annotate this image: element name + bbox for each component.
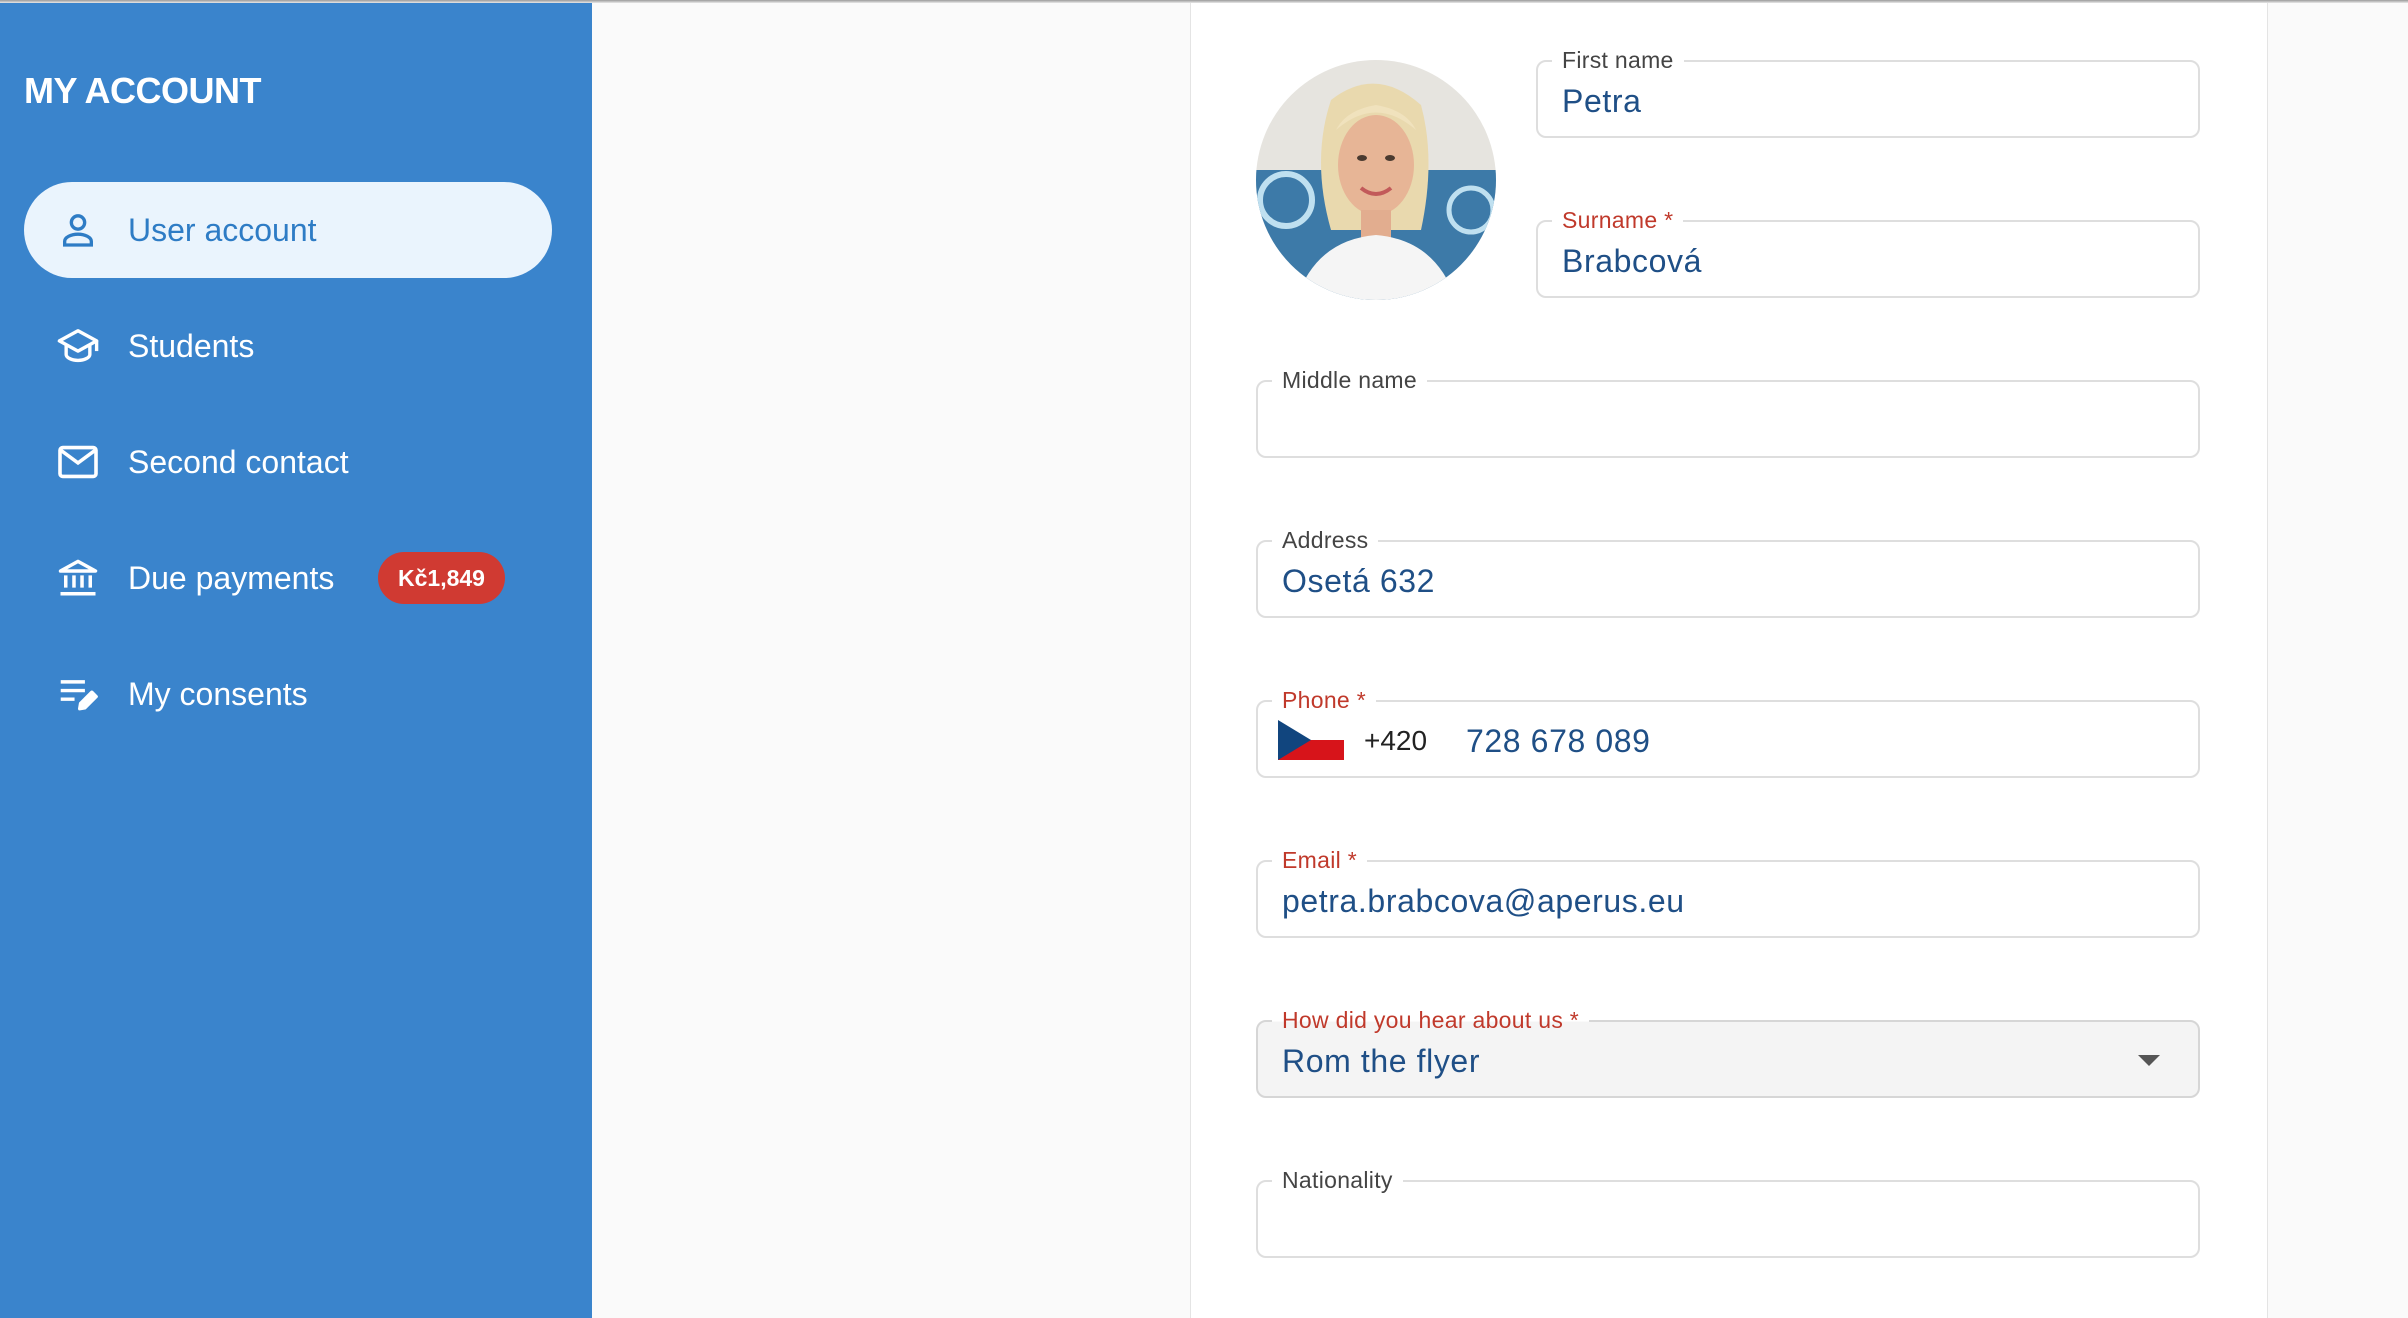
email-field[interactable]: Email * petra.brabcova@aperus.eu	[1256, 846, 2200, 938]
sidebar-item-user-account[interactable]: User account	[24, 182, 552, 278]
chevron-down-icon[interactable]	[2138, 1055, 2160, 1066]
person-icon	[56, 210, 100, 250]
phone-value: 728 678 089	[1466, 723, 1651, 759]
first-name-field[interactable]: First name Petra	[1536, 46, 2200, 138]
dial-code[interactable]: +420	[1364, 702, 1427, 780]
phone-field[interactable]: Phone * +420 728 678 089	[1256, 686, 2200, 780]
sidebar-item-second-contact[interactable]: Second contact	[24, 414, 552, 510]
sidebar-item-my-consents[interactable]: My consents	[24, 646, 552, 742]
top-shadow	[0, 0, 2408, 3]
edit-note-icon	[56, 674, 100, 714]
surname-field[interactable]: Surname * Brabcová	[1536, 206, 2200, 298]
sidebar-item-due-payments[interactable]: Due payments Kč1,849	[24, 530, 552, 626]
nationality-field[interactable]: Nationality	[1256, 1166, 2200, 1258]
sidebar-item-label: Due payments	[128, 560, 335, 596]
due-payments-badge: Kč1,849	[378, 552, 505, 604]
avatar[interactable]	[1256, 60, 1496, 300]
first-name-value: Petra	[1562, 83, 1642, 119]
address-field[interactable]: Address Osetá 632	[1256, 526, 2200, 618]
surname-value: Brabcová	[1562, 243, 1702, 279]
sidebar-item-label: Second contact	[128, 444, 349, 480]
email-value: petra.brabcova@aperus.eu	[1282, 883, 1685, 919]
middle-name-field[interactable]: Middle name	[1256, 366, 2200, 458]
sidebar-item-students[interactable]: Students	[24, 298, 552, 394]
address-value: Osetá 632	[1282, 563, 1436, 599]
sidebar: MY ACCOUNT User account Students Second …	[0, 0, 592, 1318]
mail-icon	[56, 442, 100, 482]
sidebar-item-label: My consents	[128, 676, 308, 712]
czech-flag-icon[interactable]	[1278, 720, 1344, 760]
middle-name-label: Middle name	[1272, 366, 1427, 394]
sidebar-item-label: User account	[128, 212, 317, 248]
graduation-cap-icon	[56, 326, 100, 366]
referral-select[interactable]: How did you hear about us * Rom the flye…	[1256, 1006, 2200, 1098]
referral-value: Rom the flyer	[1282, 1043, 1481, 1079]
nationality-label: Nationality	[1272, 1166, 1403, 1194]
sidebar-title: MY ACCOUNT	[24, 70, 262, 111]
sidebar-item-label: Students	[128, 328, 255, 364]
phone-label: Phone *	[1272, 686, 1376, 714]
bank-icon	[56, 558, 100, 598]
